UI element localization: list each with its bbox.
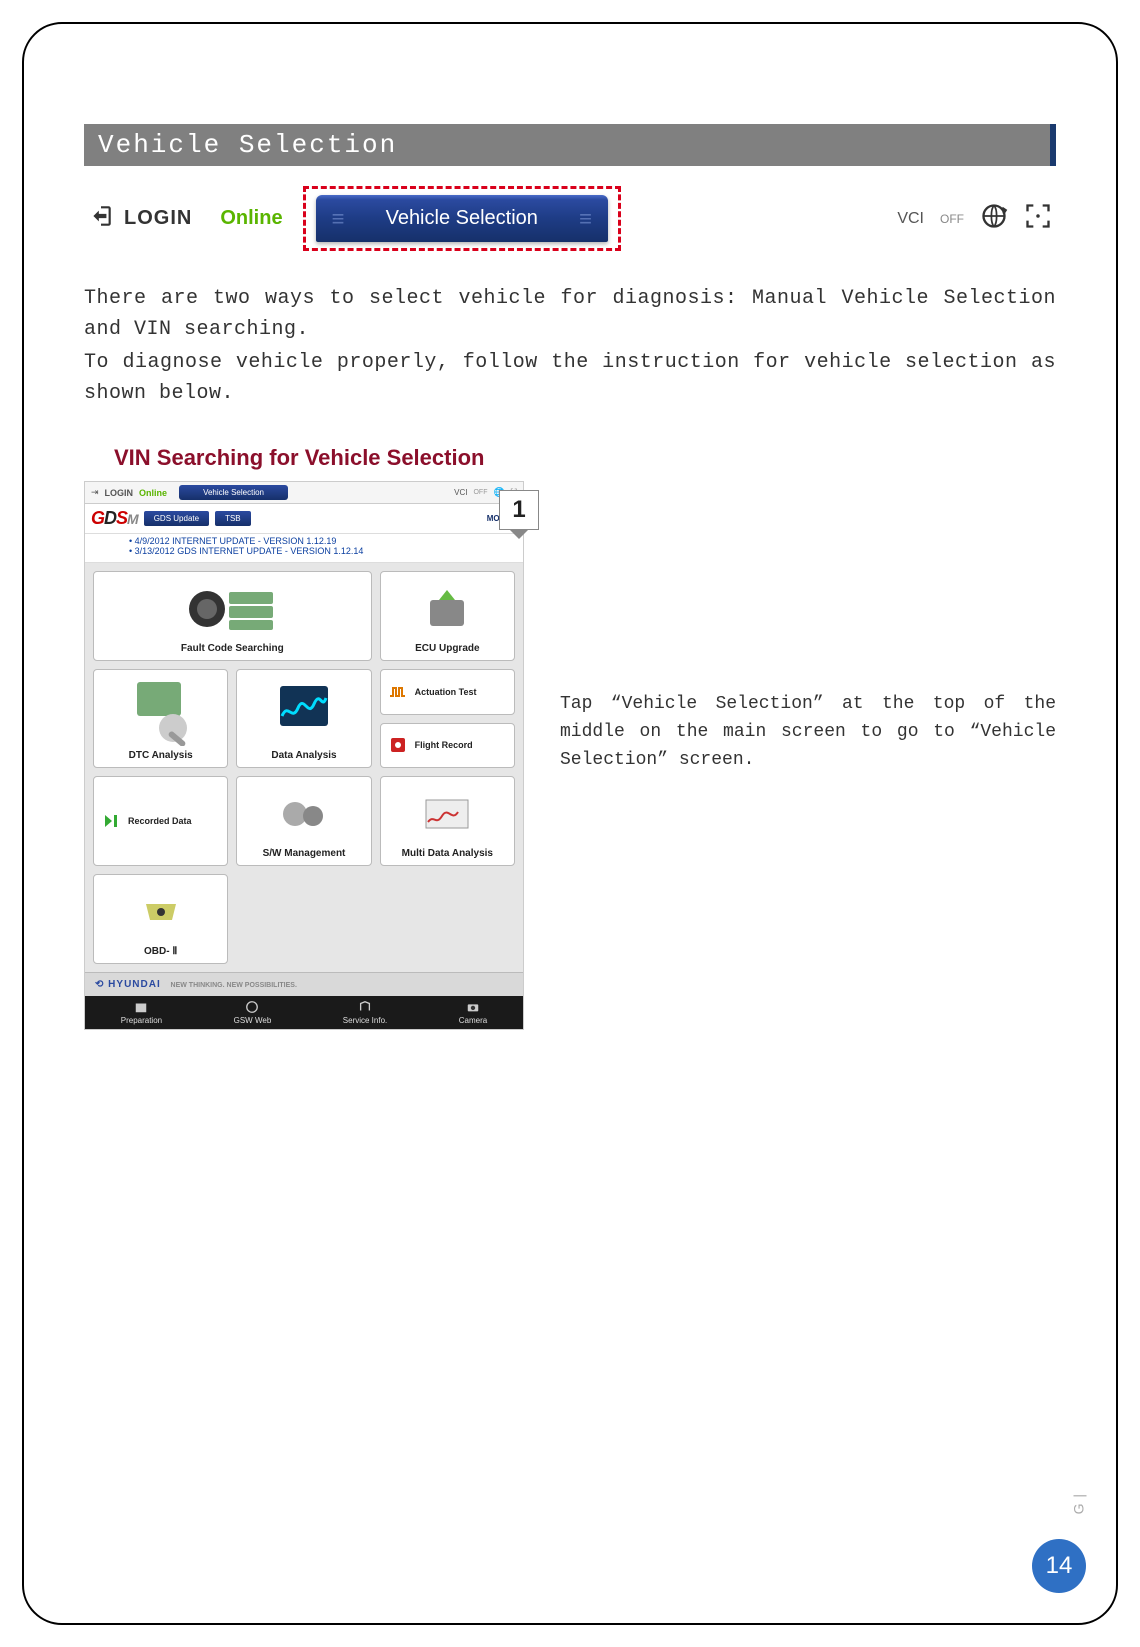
page-number: 14: [1032, 1539, 1086, 1593]
ss-header: GDSM GDS Update TSB MORE ▸: [85, 504, 523, 534]
update-line-1: • 4/9/2012 INTERNET UPDATE - VERSION 1.1…: [129, 536, 515, 546]
tile-label: Multi Data Analysis: [402, 848, 493, 859]
nav-gsw-web[interactable]: GSW Web: [234, 1000, 272, 1025]
tile-label: OBD- Ⅱ: [144, 946, 177, 957]
section-header: Vehicle Selection: [84, 124, 1056, 166]
nav-label: Service Info.: [343, 1016, 387, 1025]
intro-paragraph-2: To diagnose vehicle properly, follow the…: [84, 347, 1056, 409]
tile-multi-data-analysis[interactable]: Multi Data Analysis: [380, 776, 515, 866]
step-badge: 1: [499, 490, 539, 530]
multi-data-icon: [387, 783, 508, 844]
nav-label: Preparation: [121, 1016, 162, 1025]
login-label: LOGIN: [124, 207, 192, 230]
main-tile-grid: Fault Code Searching ECU Upgrade DTC Ana…: [85, 563, 523, 972]
ss-vehicle-selection-button[interactable]: Vehicle Selection: [179, 485, 288, 500]
flight-record-icon: [387, 735, 409, 755]
app-screenshot: 1 ⇥ LOGIN Online Vehicle Selection VCI O…: [84, 481, 524, 1030]
tile-data-analysis[interactable]: Data Analysis: [236, 669, 371, 768]
tile-recorded-data[interactable]: Recorded Data: [93, 776, 228, 866]
tile-label: Data Analysis: [271, 750, 336, 761]
brand-tagline: NEW THINKING. NEW POSSIBILITIES.: [171, 982, 297, 989]
tile-ecu-upgrade[interactable]: ECU Upgrade: [380, 571, 515, 661]
actuation-icon: [387, 682, 409, 702]
tile-label: Fault Code Searching: [181, 643, 284, 654]
vci-status: OFF: [940, 212, 964, 226]
intro-paragraph-1: There are two ways to select vehicle for…: [84, 283, 1056, 345]
tile-fault-code-searching[interactable]: Fault Code Searching: [93, 571, 372, 661]
online-status: Online: [220, 207, 282, 230]
tile-label: Actuation Test: [415, 687, 477, 697]
ss-vci-label: VCI: [454, 488, 467, 497]
subheading: VIN Searching for Vehicle Selection: [114, 445, 1056, 471]
toolbar: LOGIN Online Vehicle Selection VCI OFF: [84, 180, 1056, 257]
nav-label: Camera: [459, 1016, 487, 1025]
vehicle-selection-button[interactable]: Vehicle Selection: [316, 195, 608, 242]
gds-logo: GDSM: [91, 508, 138, 529]
nav-service-info[interactable]: Service Info.: [343, 1000, 387, 1025]
globe-icon[interactable]: [980, 202, 1008, 235]
brand-bar: ⟲ HYUNDAI NEW THINKING. NEW POSSIBILITIE…: [85, 972, 523, 996]
gears-icon: [243, 783, 364, 844]
login-button[interactable]: LOGIN: [88, 203, 192, 234]
ss-online-label: Online: [139, 488, 167, 498]
update-line-2: • 3/13/2012 GDS INTERNET UPDATE - VERSIO…: [129, 546, 515, 556]
tile-label: S/W Management: [263, 848, 346, 859]
tile-flight-record[interactable]: Flight Record: [380, 723, 515, 769]
update-notices: • 4/9/2012 INTERNET UPDATE - VERSION 1.1…: [85, 534, 523, 563]
ecu-icon: [387, 578, 508, 639]
nav-label: GSW Web: [234, 1016, 272, 1025]
tile-sw-management[interactable]: S/W Management: [236, 776, 371, 866]
step-instruction: Tap “Vehicle Selection” at the top of th…: [560, 481, 1056, 775]
toolbar-right: VCI OFF: [897, 202, 1052, 235]
login-icon: [88, 203, 114, 234]
ss-login-label[interactable]: LOGIN: [105, 488, 134, 498]
vci-label: VCI: [897, 210, 924, 228]
ss-login-icon[interactable]: ⇥: [91, 487, 99, 498]
tab-tsb[interactable]: TSB: [215, 511, 251, 526]
tile-label: ECU Upgrade: [415, 643, 479, 654]
side-label: G |: [1070, 1493, 1086, 1514]
bottom-nav: Preparation GSW Web Service Info. Camera: [85, 996, 523, 1029]
page-frame: Vehicle Selection LOGIN Online Vehicle S…: [22, 22, 1118, 1625]
tile-label: Flight Record: [415, 740, 473, 750]
tab-gds-update[interactable]: GDS Update: [144, 511, 209, 526]
tile-actuation-test[interactable]: Actuation Test: [380, 669, 515, 715]
brand-name: HYUNDAI: [108, 979, 161, 990]
ss-topbar: ⇥ LOGIN Online Vehicle Selection VCI OFF…: [85, 482, 523, 504]
fullscreen-icon[interactable]: [1024, 202, 1052, 235]
obd-icon: [100, 881, 221, 942]
tile-dtc-analysis[interactable]: DTC Analysis: [93, 669, 228, 768]
tile-obd2[interactable]: OBD- Ⅱ: [93, 874, 228, 964]
highlight-box: Vehicle Selection: [303, 186, 621, 251]
tile-label: Recorded Data: [128, 816, 192, 826]
ss-vci-status: OFF: [473, 489, 487, 496]
tire-codes-icon: [100, 578, 365, 639]
recorded-data-icon: [100, 811, 122, 831]
dtc-icon: [100, 676, 221, 746]
nav-preparation[interactable]: Preparation: [121, 1000, 162, 1025]
tile-label: DTC Analysis: [129, 750, 193, 761]
data-analysis-icon: [243, 676, 364, 746]
nav-camera[interactable]: Camera: [459, 1000, 487, 1025]
